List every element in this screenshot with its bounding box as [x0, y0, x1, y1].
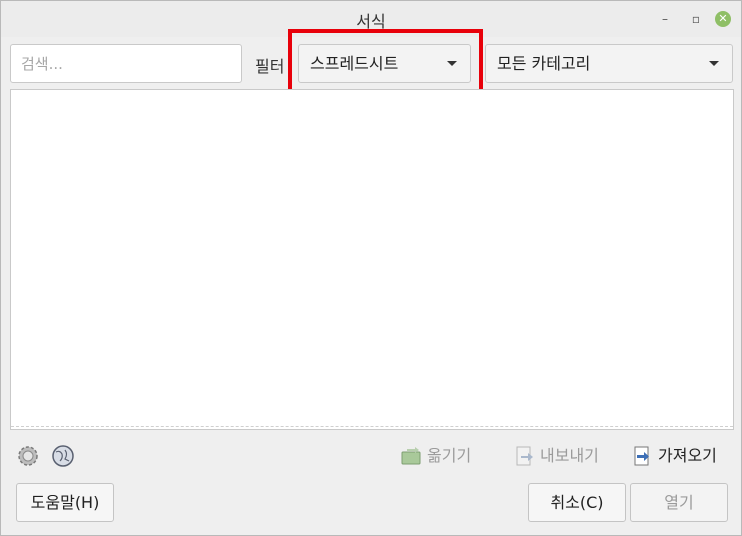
import-icon [632, 446, 654, 466]
minimize-icon[interactable]: – [656, 10, 674, 28]
search-input[interactable] [10, 44, 242, 83]
template-list[interactable] [10, 89, 734, 430]
move-folder-icon [401, 446, 423, 466]
export-icon [514, 446, 536, 466]
close-icon[interactable]: ✕ [715, 11, 731, 27]
import-button[interactable]: 가져오기 [632, 444, 717, 468]
import-button-label: 가져오기 [658, 446, 717, 465]
filter-label: 필터 [255, 57, 285, 76]
category-dropdown[interactable]: 모든 카테고리 [485, 44, 733, 83]
export-button[interactable]: 내보내기 [514, 444, 599, 468]
move-button[interactable]: 옮기기 [401, 444, 471, 468]
templates-dialog: 서식 – ▫ ✕ 필터 스프레드시트 모든 카테고리 [0, 0, 742, 536]
help-button[interactable]: 도움말(H) [16, 483, 114, 522]
open-button[interactable]: 열기 [630, 483, 728, 522]
settings-gear-icon[interactable] [16, 444, 40, 468]
export-button-label: 내보내기 [540, 446, 599, 465]
list-divider [11, 426, 733, 427]
maximize-icon[interactable]: ▫ [687, 10, 705, 28]
category-dropdown-value: 모든 카테고리 [497, 54, 591, 73]
move-button-label: 옮기기 [427, 446, 472, 465]
online-globe-icon[interactable] [51, 444, 75, 468]
cancel-button[interactable]: 취소(C) [528, 483, 626, 522]
chevron-down-icon [709, 61, 719, 66]
